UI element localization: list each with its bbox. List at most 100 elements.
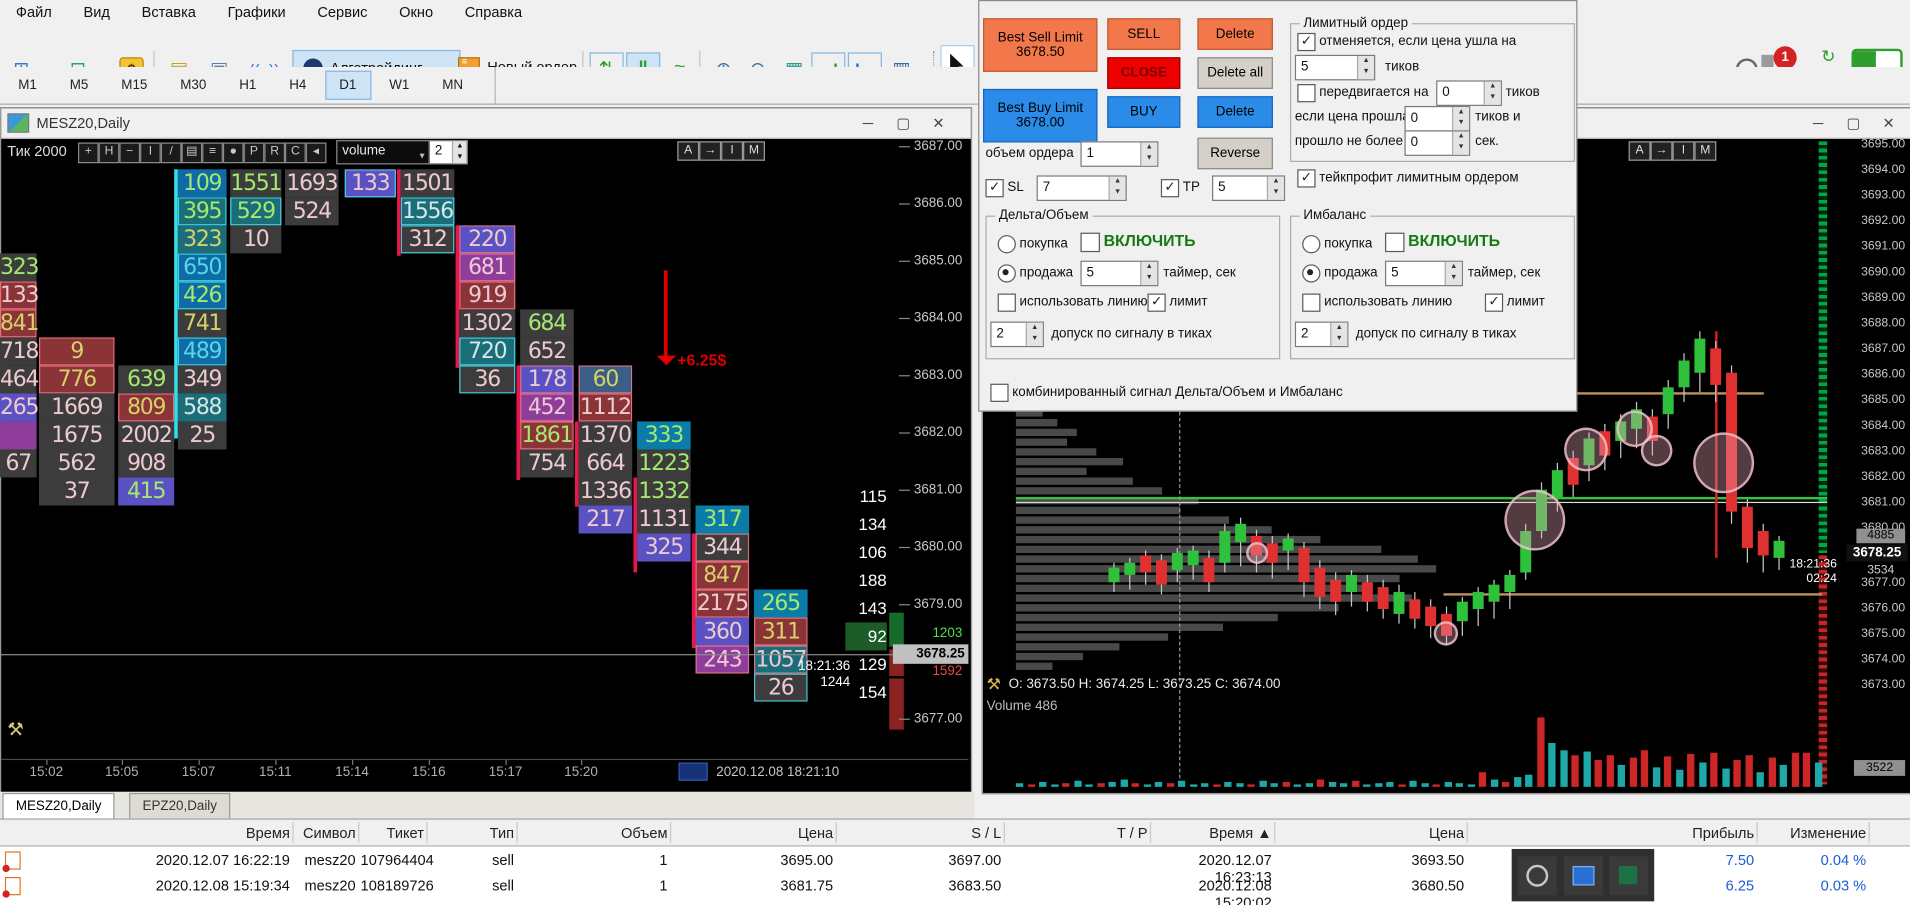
menu-item-Вставка[interactable]: Вставка [126, 1, 212, 23]
menu-item-Окно[interactable]: Окно [383, 1, 449, 23]
best-sell-limit-button[interactable]: Best Sell Limit 3678.50 [983, 18, 1098, 72]
tp-checkbox[interactable]: ✓ [1160, 179, 1180, 198]
menu-item-Графики[interactable]: Графики [212, 1, 302, 23]
column-header-Тикет[interactable]: Тикет [361, 825, 424, 842]
table-cell[interactable]: mesz20 [295, 877, 355, 894]
reverse-button[interactable]: Reverse [1197, 137, 1273, 170]
timeframe-W1[interactable]: W1 [375, 71, 424, 100]
imbalance-sell-radio[interactable] [1302, 264, 1321, 283]
table-cell[interactable]: 107964404 [361, 851, 434, 868]
table-cell[interactable]: 3697.00 [838, 851, 1001, 868]
chart-tool-icon[interactable]: ● [222, 142, 244, 164]
table-cell[interactable]: sell [429, 851, 514, 868]
chart-flag-M[interactable]: M [1694, 141, 1717, 161]
column-header-S / L[interactable]: S / L [838, 825, 1001, 842]
notification-badge[interactable]: 1 [1773, 46, 1797, 70]
maximize-icon[interactable]: ▢ [887, 113, 920, 134]
timeframe-M30[interactable]: M30 [166, 71, 221, 100]
delta-limit-checkbox[interactable]: ✓ [1147, 293, 1166, 312]
column-header-Время[interactable]: Время [24, 825, 290, 842]
table-cell[interactable]: 3693.50 [1277, 851, 1464, 868]
imbalance-timer-stepper[interactable]: 5 ▲ ▼ [1384, 260, 1463, 287]
period-stepper[interactable]: 2 ▲ ▼ [428, 140, 468, 165]
imbalance-enable-checkbox[interactable] [1384, 232, 1405, 253]
column-header-Цена[interactable]: Цена [672, 825, 833, 842]
chart-flag-→[interactable]: → [1650, 141, 1673, 161]
column-header-Символ[interactable]: Символ [295, 825, 356, 842]
table-cell[interactable]: 3680.50 [1277, 877, 1464, 894]
table-cell[interactable]: 0.03 % [1759, 877, 1867, 894]
sell-button[interactable]: SELL [1107, 18, 1181, 50]
buy-button[interactable]: BUY [1107, 96, 1181, 128]
table-cell[interactable]: 3681.75 [672, 877, 833, 894]
column-header-Изменение[interactable]: Изменение [1759, 825, 1866, 842]
menu-item-Сервис[interactable]: Сервис [302, 1, 384, 23]
table-cell[interactable]: mesz20 [295, 851, 355, 868]
table-cell[interactable]: sell [429, 877, 514, 894]
elapsed-stepper[interactable]: 0 ▲ ▼ [1404, 130, 1471, 156]
chart-tool-icon[interactable]: C [285, 142, 306, 164]
column-header-Тип[interactable]: Тип [429, 825, 514, 842]
chart-tool-icon[interactable]: I [140, 142, 161, 164]
chart-flag-→[interactable]: → [699, 141, 722, 161]
delete-all-button[interactable]: Delete all [1197, 57, 1273, 89]
minimize-icon[interactable]: ─ [1802, 113, 1835, 134]
remote-app-icon[interactable] [1563, 855, 1603, 895]
table-cell[interactable]: 1 [519, 851, 667, 868]
table-cell[interactable]: 3683.50 [838, 877, 1001, 894]
chart-tool-icon[interactable]: / [160, 142, 182, 164]
chart-flag-A[interactable]: A [1628, 141, 1651, 161]
snipping-tool-icon[interactable] [1518, 855, 1558, 895]
sl-checkbox[interactable]: ✓ [985, 179, 1004, 198]
chart-tool-icon[interactable]: ≡ [202, 142, 223, 164]
chart-tool-icon[interactable]: H [98, 142, 120, 164]
table-cell[interactable]: 3695.00 [672, 851, 833, 868]
table-cell[interactable]: 2020.12.08 15:19:34 [24, 877, 290, 894]
table-cell[interactable]: 2020.12.08 15:20:02 [1152, 877, 1272, 905]
chart-tool-icon[interactable]: ◂ [305, 142, 327, 164]
timeframe-M1[interactable]: M1 [4, 71, 52, 100]
combined-signal-checkbox[interactable] [990, 383, 1009, 402]
timeframe-H4[interactable]: H4 [275, 71, 321, 100]
order-volume-stepper[interactable]: 1 ▲ ▼ [1080, 141, 1159, 167]
menu-item-Вид[interactable]: Вид [68, 1, 126, 23]
cancel-ticks-stepper[interactable]: 5 ▲ ▼ [1294, 54, 1376, 81]
timeframe-M15[interactable]: M15 [107, 71, 162, 100]
table-cell[interactable]: 2020.12.07 16:22:19 [24, 851, 290, 868]
takeprofit-limit-checkbox[interactable]: ✓ [1297, 169, 1316, 188]
column-header-T / P[interactable]: T / P [1006, 825, 1148, 842]
spreadsheet-app-icon[interactable] [1608, 855, 1648, 895]
menu-item-Справка[interactable]: Справка [449, 1, 538, 23]
close-position-button[interactable]: CLOSE [1107, 57, 1181, 89]
move-order-checkbox[interactable] [1297, 84, 1316, 103]
timeframe-M5[interactable]: M5 [55, 71, 103, 100]
chart-tool-icon[interactable]: − [119, 142, 141, 164]
sl-stepper[interactable]: 7 ▲ ▼ [1036, 175, 1127, 201]
delete-buy-button[interactable]: Delete [1197, 96, 1273, 128]
passed-ticks-stepper[interactable]: 0 ▲ ▼ [1404, 105, 1471, 132]
chart-flag-I[interactable]: I [1672, 141, 1695, 161]
chart-flag-M[interactable]: M [743, 141, 765, 161]
left-window-titlebar[interactable]: MESZ20,Daily ─ ▢ ✕ [1, 108, 971, 139]
imbalance-buy-radio[interactable] [1302, 235, 1321, 254]
delta-buy-radio[interactable] [997, 235, 1016, 254]
timeframe-H1[interactable]: H1 [225, 71, 271, 100]
minimize-icon[interactable]: ─ [851, 113, 884, 134]
move-ticks-stepper[interactable]: 0 ▲ ▼ [1436, 80, 1502, 106]
tp-stepper[interactable]: 5 ▲ ▼ [1212, 175, 1286, 201]
delete-sell-button[interactable]: Delete [1197, 18, 1273, 50]
chart-tool-icon[interactable]: P [243, 142, 265, 164]
imbalance-tolerance-stepper[interactable]: 2 ▲ ▼ [1294, 321, 1349, 348]
chart-tool-icon[interactable]: ▤ [181, 142, 203, 164]
table-cell[interactable]: 108189726 [361, 877, 434, 894]
delta-sell-radio[interactable] [997, 264, 1016, 283]
chart-flag-I[interactable]: I [721, 141, 744, 161]
delta-timer-stepper[interactable]: 5 ▲ ▼ [1080, 260, 1159, 287]
delta-tolerance-stepper[interactable]: 2 ▲ ▼ [990, 321, 1044, 348]
cancel-if-price-checkbox[interactable]: ✓ [1297, 32, 1316, 52]
menu-item-Файл[interactable]: Файл [0, 1, 68, 23]
chart-tool-icon[interactable]: + [77, 142, 99, 164]
column-header-Прибыль[interactable]: Прибыль [1469, 825, 1754, 842]
close-icon[interactable]: ✕ [1872, 113, 1905, 134]
imbalance-use-line-checkbox[interactable] [1302, 293, 1321, 312]
